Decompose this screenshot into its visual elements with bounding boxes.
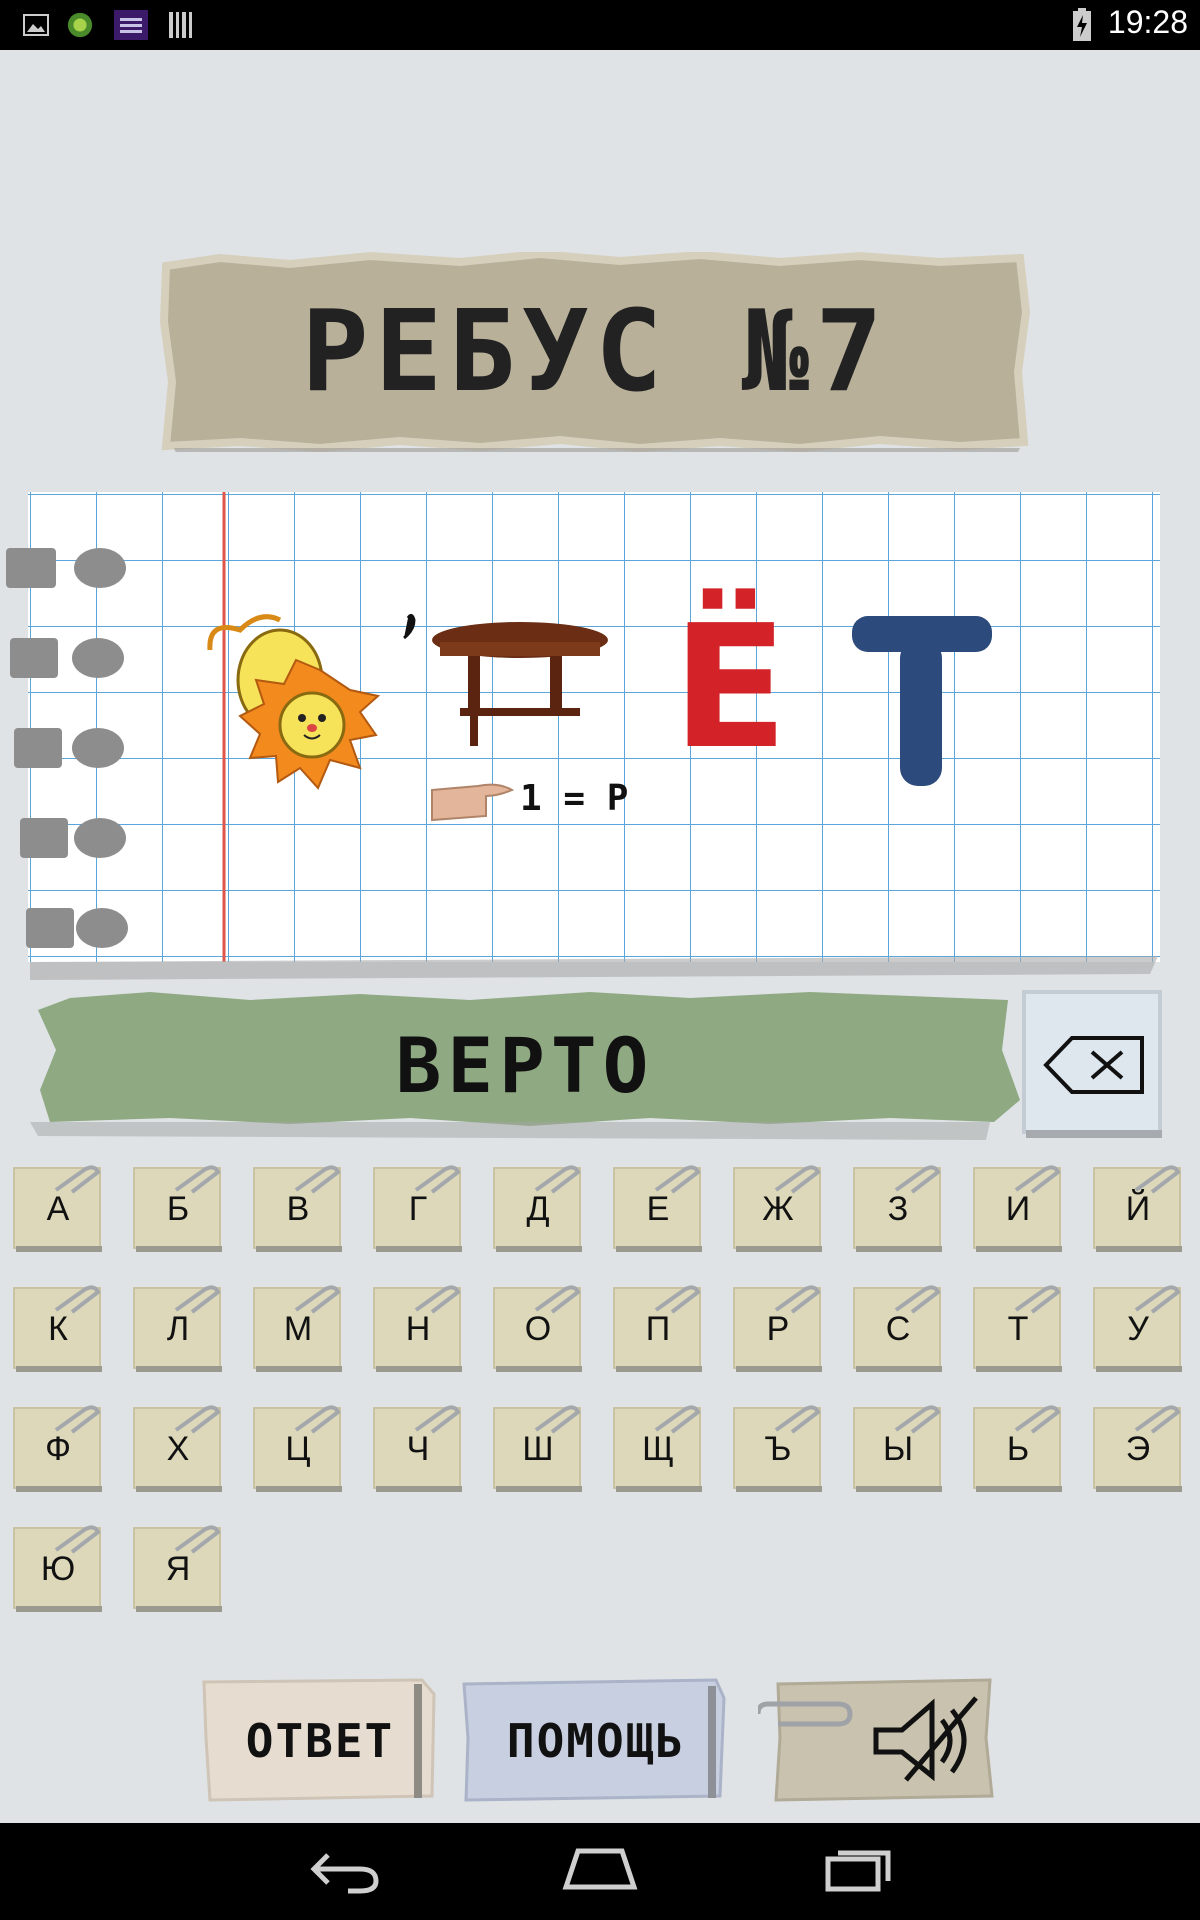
key-letter[interactable]: С <box>852 1280 944 1372</box>
key-letter[interactable]: Ф <box>12 1400 104 1492</box>
key-letter[interactable]: Г <box>372 1160 464 1252</box>
key-label: Ь <box>1006 1429 1030 1468</box>
key-letter[interactable]: Ц <box>252 1400 344 1492</box>
key-letter[interactable]: О <box>492 1280 584 1372</box>
pointing-hand-icon <box>431 783 515 822</box>
key-label: Д <box>526 1189 550 1228</box>
key-letter[interactable]: Р <box>732 1280 824 1372</box>
barcode-icon <box>169 12 192 38</box>
key-letter[interactable]: Т <box>972 1280 1064 1372</box>
letter-yo-icon: Ё <box>672 589 789 787</box>
key-label: В <box>286 1189 310 1228</box>
key-label: Э <box>1125 1429 1151 1468</box>
key-letter[interactable]: Ш <box>492 1400 584 1492</box>
key-label: Ы <box>882 1429 914 1468</box>
key-label: Г <box>408 1189 428 1228</box>
key-letter[interactable]: М <box>252 1280 344 1372</box>
table-icon <box>403 613 608 746</box>
key-letter[interactable]: Н <box>372 1280 464 1372</box>
game-icon <box>67 12 93 38</box>
key-letter[interactable]: Ю <box>12 1520 104 1612</box>
key-letter[interactable]: Я <box>132 1520 224 1612</box>
key-letter[interactable]: К <box>12 1280 104 1372</box>
key-label: Й <box>1125 1189 1151 1228</box>
clock: 19:28 <box>1107 4 1188 40</box>
key-letter[interactable]: Ъ <box>732 1400 824 1492</box>
home-icon[interactable] <box>562 1847 638 1893</box>
key-label: Ъ <box>764 1429 792 1468</box>
key-label: Р <box>766 1309 790 1348</box>
key-label: Л <box>166 1309 190 1348</box>
key-letter[interactable]: П <box>612 1280 704 1372</box>
key-label: Ц <box>285 1429 311 1468</box>
key-letter[interactable]: Д <box>492 1160 584 1252</box>
backspace-button[interactable] <box>1022 990 1162 1140</box>
sound-button[interactable] <box>758 1678 994 1803</box>
key-label: Х <box>166 1429 190 1468</box>
key-letter[interactable]: У <box>1092 1280 1184 1372</box>
key-label: С <box>885 1309 911 1348</box>
key-letter[interactable]: В <box>252 1160 344 1252</box>
battery-charging-icon <box>1073 8 1091 41</box>
key-letter[interactable]: Ь <box>972 1400 1064 1492</box>
lion-icon <box>207 614 381 790</box>
letter-t-icon <box>852 616 992 786</box>
key-label: Б <box>166 1189 190 1228</box>
key-label: Ч <box>406 1429 430 1468</box>
key-label: У <box>1127 1309 1149 1348</box>
status-bar: 19:28 <box>0 0 1200 50</box>
puzzle-title: РЕБУС №7 <box>301 287 889 417</box>
answer-button-label: ОТВЕТ <box>245 1713 395 1768</box>
navigation-bar <box>0 1823 1200 1920</box>
key-letter[interactable]: Ы <box>852 1400 944 1492</box>
key-label: Ш <box>522 1429 554 1468</box>
key-label: З <box>887 1189 909 1228</box>
binding-rings <box>6 548 128 948</box>
key-label: К <box>48 1309 68 1348</box>
key-letter[interactable]: Л <box>132 1280 224 1372</box>
key-label: И <box>1005 1189 1031 1228</box>
key-label: Ж <box>762 1189 794 1228</box>
title-plaque: РЕБУС №7 <box>160 252 1030 452</box>
gallery-icon <box>23 14 49 36</box>
rebus-paper: 1 = Р Ё <box>0 488 1200 993</box>
answer-value: ВЕРТО <box>395 1020 655 1110</box>
key-letter[interactable]: А <box>12 1160 104 1252</box>
recents-icon[interactable] <box>824 1847 894 1893</box>
key-label: М <box>283 1309 313 1348</box>
key-letter[interactable]: Ж <box>732 1160 824 1252</box>
speaker-muted-icon <box>873 1696 978 1782</box>
key-label: А <box>46 1189 70 1228</box>
key-letter[interactable]: Е <box>612 1160 704 1252</box>
key-label: Т <box>1007 1309 1029 1348</box>
key-label: О <box>524 1309 552 1348</box>
key-label: Я <box>165 1549 191 1588</box>
help-button-label: ПОМОЩЬ <box>506 1713 686 1768</box>
key-label: Щ <box>642 1429 674 1468</box>
key-letter[interactable]: Ч <box>372 1400 464 1492</box>
key-letter[interactable]: Б <box>132 1160 224 1252</box>
key-letter[interactable]: З <box>852 1160 944 1252</box>
hint-text: 1 = Р <box>520 778 629 819</box>
answer-display: ВЕРТО <box>30 990 1020 1140</box>
key-letter[interactable]: И <box>972 1160 1064 1252</box>
key-letter[interactable]: Х <box>132 1400 224 1492</box>
app-icon <box>114 10 148 40</box>
back-icon[interactable] <box>308 1845 380 1895</box>
answer-button[interactable]: ОТВЕТ <box>202 1678 438 1803</box>
key-letter[interactable]: Й <box>1092 1160 1184 1252</box>
key-label: Ф <box>45 1429 71 1468</box>
key-label: Н <box>405 1309 431 1348</box>
backspace-icon <box>1043 1036 1144 1094</box>
key-letter[interactable]: Э <box>1092 1400 1184 1492</box>
key-label: Е <box>646 1189 670 1228</box>
help-button[interactable]: ПОМОЩЬ <box>462 1678 730 1803</box>
key-label: Ю <box>40 1549 76 1588</box>
key-letter[interactable]: Щ <box>612 1400 704 1492</box>
key-label: П <box>645 1309 671 1348</box>
